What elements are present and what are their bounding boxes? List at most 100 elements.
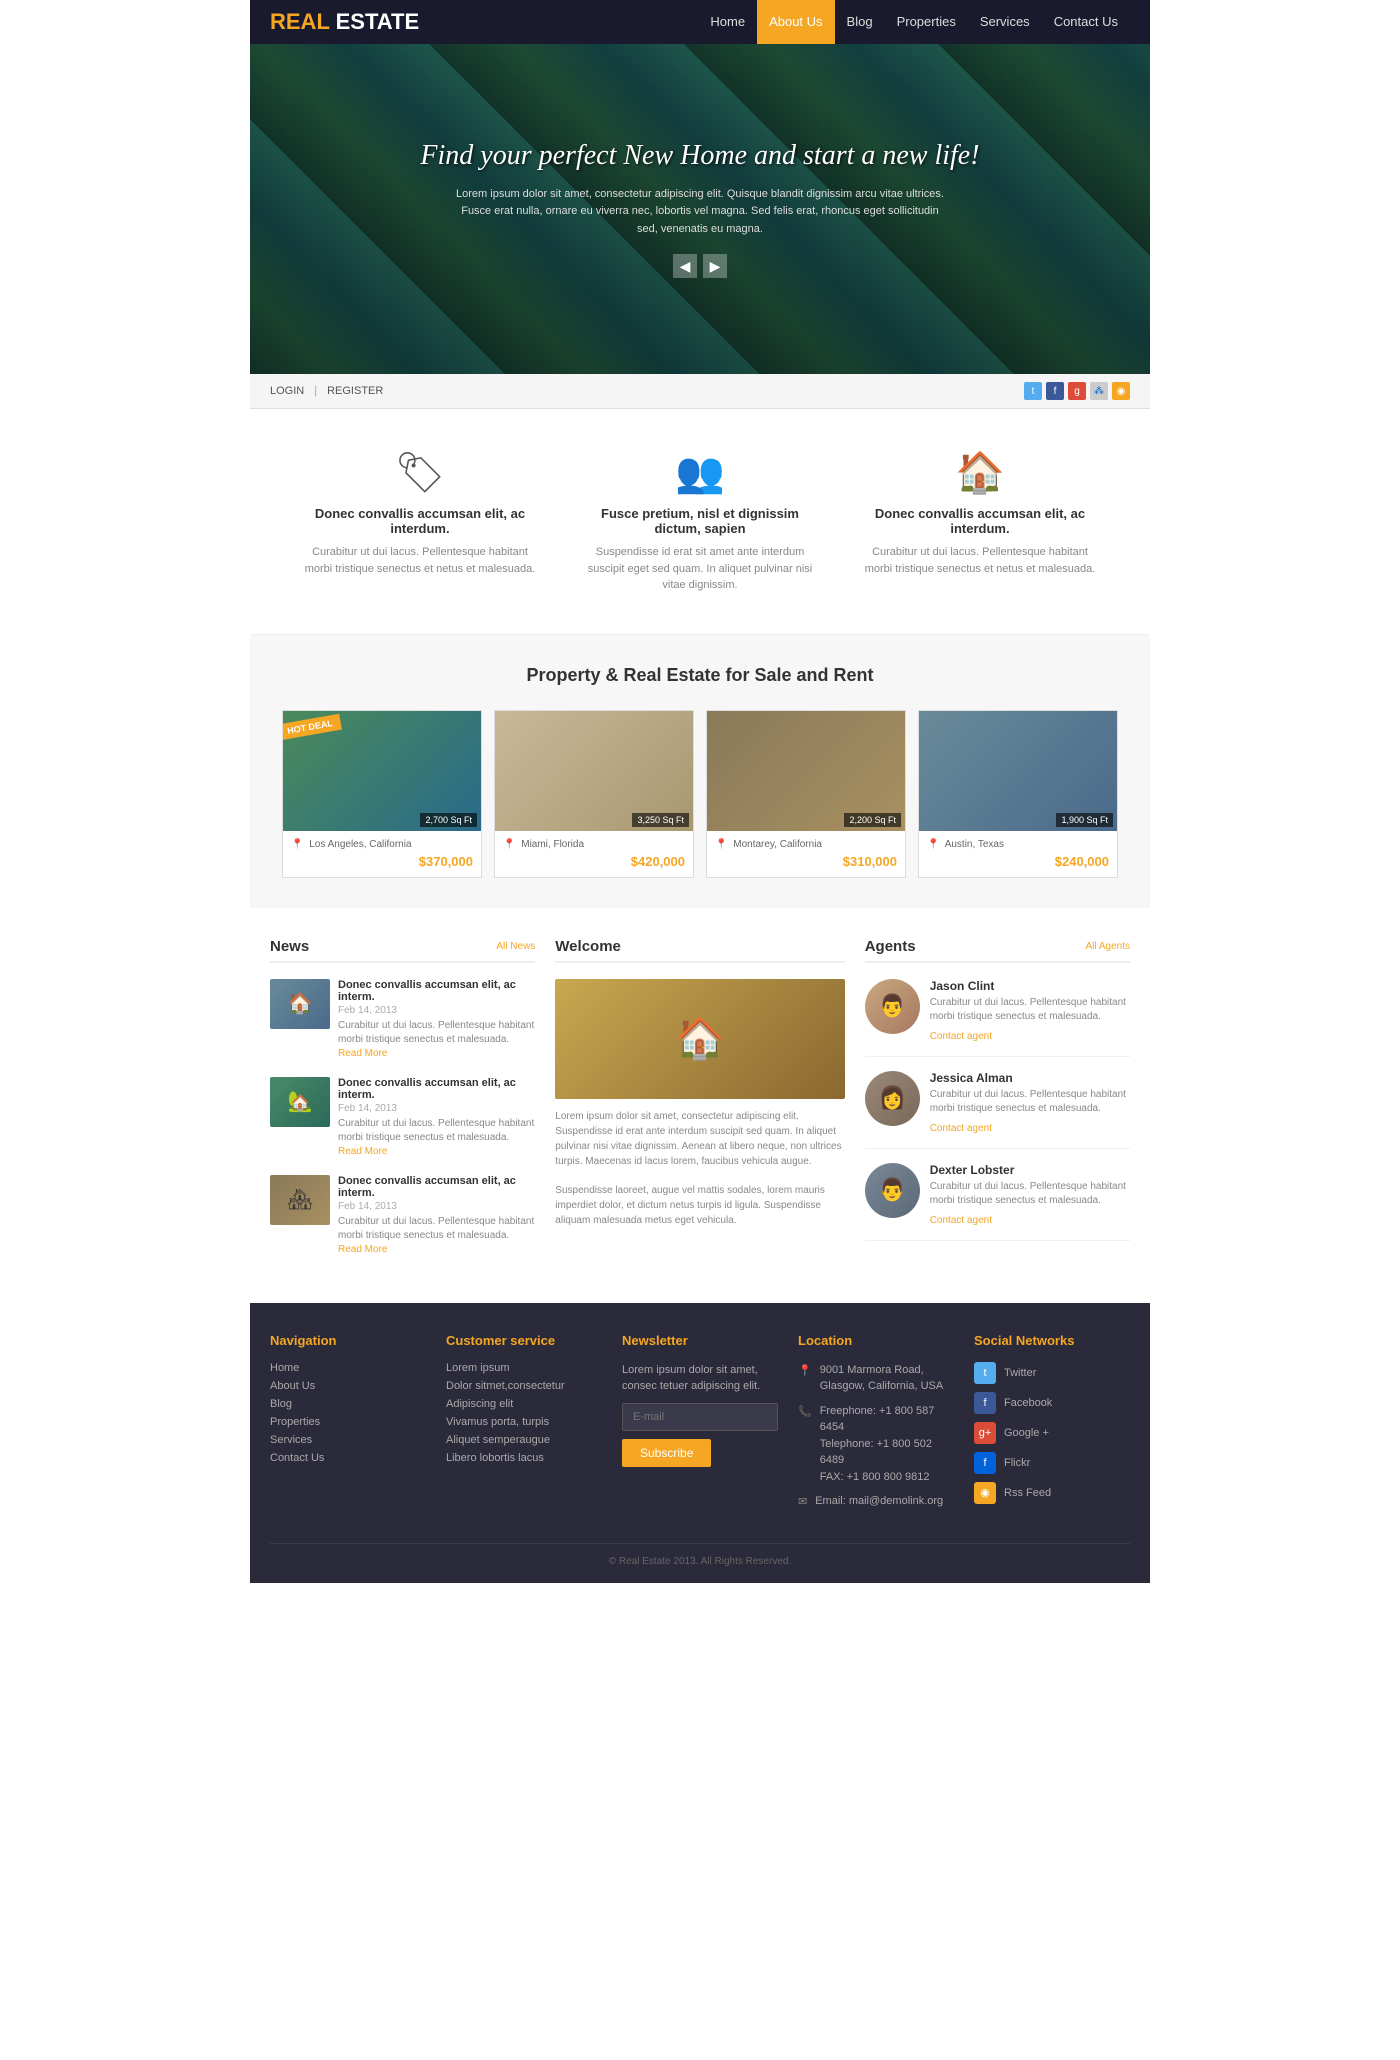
toolbar-auth-links: LOGIN | REGISTER [270,385,383,397]
gplus-label[interactable]: Google + [1004,1427,1049,1439]
agent-contact-3[interactable]: Contact agent [930,1215,992,1226]
agent-contact-2[interactable]: Contact agent [930,1123,992,1134]
property-location-3: 📍 Montarey, California [715,839,897,850]
agent-info-1: Jason Clint Curabitur ut dui lacus. Pell… [930,979,1130,1042]
agent-item-3: 👨 Dexter Lobster Curabitur ut dui lacus.… [865,1163,1130,1241]
footer-location-title: Location [798,1333,954,1348]
pin-icon-4: 📍 [927,839,939,850]
social-facebook-row: f Facebook [974,1392,1130,1414]
footer-nav-about[interactable]: About Us [270,1380,426,1392]
toolbar-twitter-icon[interactable]: t [1024,382,1042,400]
newsletter-email-input[interactable] [622,1403,778,1431]
news-item-1-text: Curabitur ut dui lacus. Pellentesque hab… [338,1019,535,1061]
news-item-2-text: Curabitur ut dui lacus. Pellentesque hab… [338,1117,535,1159]
property-info-2: 📍 Miami, Florida $420,000 [495,831,693,877]
nav-properties[interactable]: Properties [885,0,968,44]
news-item-2-read-more[interactable]: Read More [338,1146,387,1157]
agents-header: Agents All Agents [865,938,1130,963]
agent-name-3: Dexter Lobster [930,1163,1130,1177]
footer-cs-1[interactable]: Lorem ipsum [446,1362,602,1374]
newsletter-subscribe-button[interactable]: Subscribe [622,1439,711,1467]
feature-2-title: Fusce pretium, nisl et dignissim dictum,… [580,506,820,536]
feature-2-icon: 👥 [580,449,820,496]
footer-nav-properties[interactable]: Properties [270,1416,426,1428]
footer-cs-3[interactable]: Adipiscing elit [446,1398,602,1410]
email-icon: ✉ [798,1494,807,1511]
facebook-icon: f [974,1392,996,1414]
footer-customer-col: Customer service Lorem ipsum Dolor sitme… [446,1333,602,1519]
all-news-link[interactable]: All News [496,941,535,952]
agents-title: Agents [865,938,916,955]
footer-nav-services[interactable]: Services [270,1434,426,1446]
news-item-2: 🏡 Donec convallis accumsan elit, ac inte… [270,1077,535,1159]
property-card-4[interactable]: 1,900 Sq Ft 📍 Austin, Texas $240,000 [918,710,1118,878]
address-icon: 📍 [798,1363,812,1395]
phone-icon: 📞 [798,1404,812,1486]
news-item-1-title: Donec convallis accumsan elit, ac interm… [338,979,535,1003]
facebook-label[interactable]: Facebook [1004,1397,1052,1409]
agent-name-1: Jason Clint [930,979,1130,993]
welcome-column: Welcome 🏠 Lorem ipsum dolor sit amet, co… [555,938,844,1273]
footer-cs-6[interactable]: Libero lobortis lacus [446,1452,602,1464]
rss-label[interactable]: Rss Feed [1004,1487,1051,1499]
feature-3-text: Curabitur ut dui lacus. Pellentesque hab… [860,544,1100,577]
agent-item-1: 👨 Jason Clint Curabitur ut dui lacus. Pe… [865,979,1130,1057]
feature-2: 👥 Fusce pretium, nisl et dignissim dictu… [580,449,820,594]
agent-info-2: Jessica Alman Curabitur ut dui lacus. Pe… [930,1071,1130,1134]
hero-title: Find your perfect New Home and start a n… [420,140,979,172]
sqft-badge-3: 2,200 Sq Ft [844,813,901,827]
property-card-1[interactable]: HOT DEAL 2,700 Sq Ft 📍 Los Angeles, Cali… [282,710,482,878]
sqft-badge-2: 3,250 Sq Ft [632,813,689,827]
agent-photo-1: 👨 [865,979,920,1034]
pin-icon-1: 📍 [291,839,303,850]
property-info-3: 📍 Montarey, California $310,000 [707,831,905,877]
login-link[interactable]: LOGIN [270,385,304,397]
property-price-3: $310,000 [715,854,897,869]
news-item-1-read-more[interactable]: Read More [338,1048,387,1059]
hot-deal-badge-1: HOT DEAL [283,713,342,740]
footer-nav-contact[interactable]: Contact Us [270,1452,426,1464]
news-content-1: Donec convallis accumsan elit, ac interm… [338,979,535,1061]
news-item-3-read-more[interactable]: Read More [338,1244,387,1255]
flickr-label[interactable]: Flickr [1004,1457,1030,1469]
agent-contact-1[interactable]: Contact agent [930,1031,992,1042]
news-item-3-date: Feb 14, 2013 [338,1201,535,1212]
welcome-title: Welcome [555,938,621,955]
news-item-3-title: Donec convallis accumsan elit, ac interm… [338,1175,535,1199]
nav-services[interactable]: Services [968,0,1042,44]
footer-nav-blog[interactable]: Blog [270,1398,426,1410]
news-header: News All News [270,938,535,963]
feature-2-text: Suspendisse id erat sit amet ante interd… [580,544,820,594]
nav-home[interactable]: Home [698,0,757,44]
footer-cs-5[interactable]: Aliquet semperaugue [446,1434,602,1446]
toolbar-gplus-icon[interactable]: g [1068,382,1086,400]
twitter-label[interactable]: Twitter [1004,1367,1036,1379]
hero-prev-arrow[interactable]: ◀ [673,254,697,278]
nav-about-us[interactable]: About Us [757,0,834,44]
footer-cs-4[interactable]: Vivamus porta, turpis [446,1416,602,1428]
footer-nav-home[interactable]: Home [270,1362,426,1374]
feature-1-text: Curabitur ut dui lacus. Pellentesque hab… [300,544,540,577]
rss-icon: ◉ [974,1482,996,1504]
footer-cs-2[interactable]: Dolor sitmet,consectetur [446,1380,602,1392]
properties-title: Property & Real Estate for Sale and Rent [270,665,1130,686]
register-link[interactable]: REGISTER [327,385,383,397]
news-content-2: Donec convallis accumsan elit, ac interm… [338,1077,535,1159]
social-flickr-row: f Flickr [974,1452,1130,1474]
nav-blog[interactable]: Blog [835,0,885,44]
news-thumb-3: 🏘 [270,1175,330,1225]
nav-contact-us[interactable]: Contact Us [1042,0,1130,44]
feature-3-title: Donec convallis accumsan elit, ac interd… [860,506,1100,536]
toolbar-flickr-icon[interactable]: ⁂ [1090,382,1108,400]
all-agents-link[interactable]: All Agents [1086,941,1130,952]
hero-next-arrow[interactable]: ▶ [703,254,727,278]
property-card-3[interactable]: 2,200 Sq Ft 📍 Montarey, California $310,… [706,710,906,878]
hero-text: Lorem ipsum dolor sit amet, consectetur … [450,186,950,239]
property-card-2[interactable]: 3,250 Sq Ft 📍 Miami, Florida $420,000 [494,710,694,878]
footer-address: 📍 9001 Marmora Road, Glasgow, California… [798,1362,954,1395]
toolbar-facebook-icon[interactable]: f [1046,382,1064,400]
agent-info-3: Dexter Lobster Curabitur ut dui lacus. P… [930,1163,1130,1226]
toolbar-rss-icon[interactable]: ◉ [1112,382,1130,400]
footer-social-col: Social Networks t Twitter f Facebook g+ … [974,1333,1130,1519]
feature-1: 🏷 Donec convallis accumsan elit, ac inte… [300,449,540,594]
